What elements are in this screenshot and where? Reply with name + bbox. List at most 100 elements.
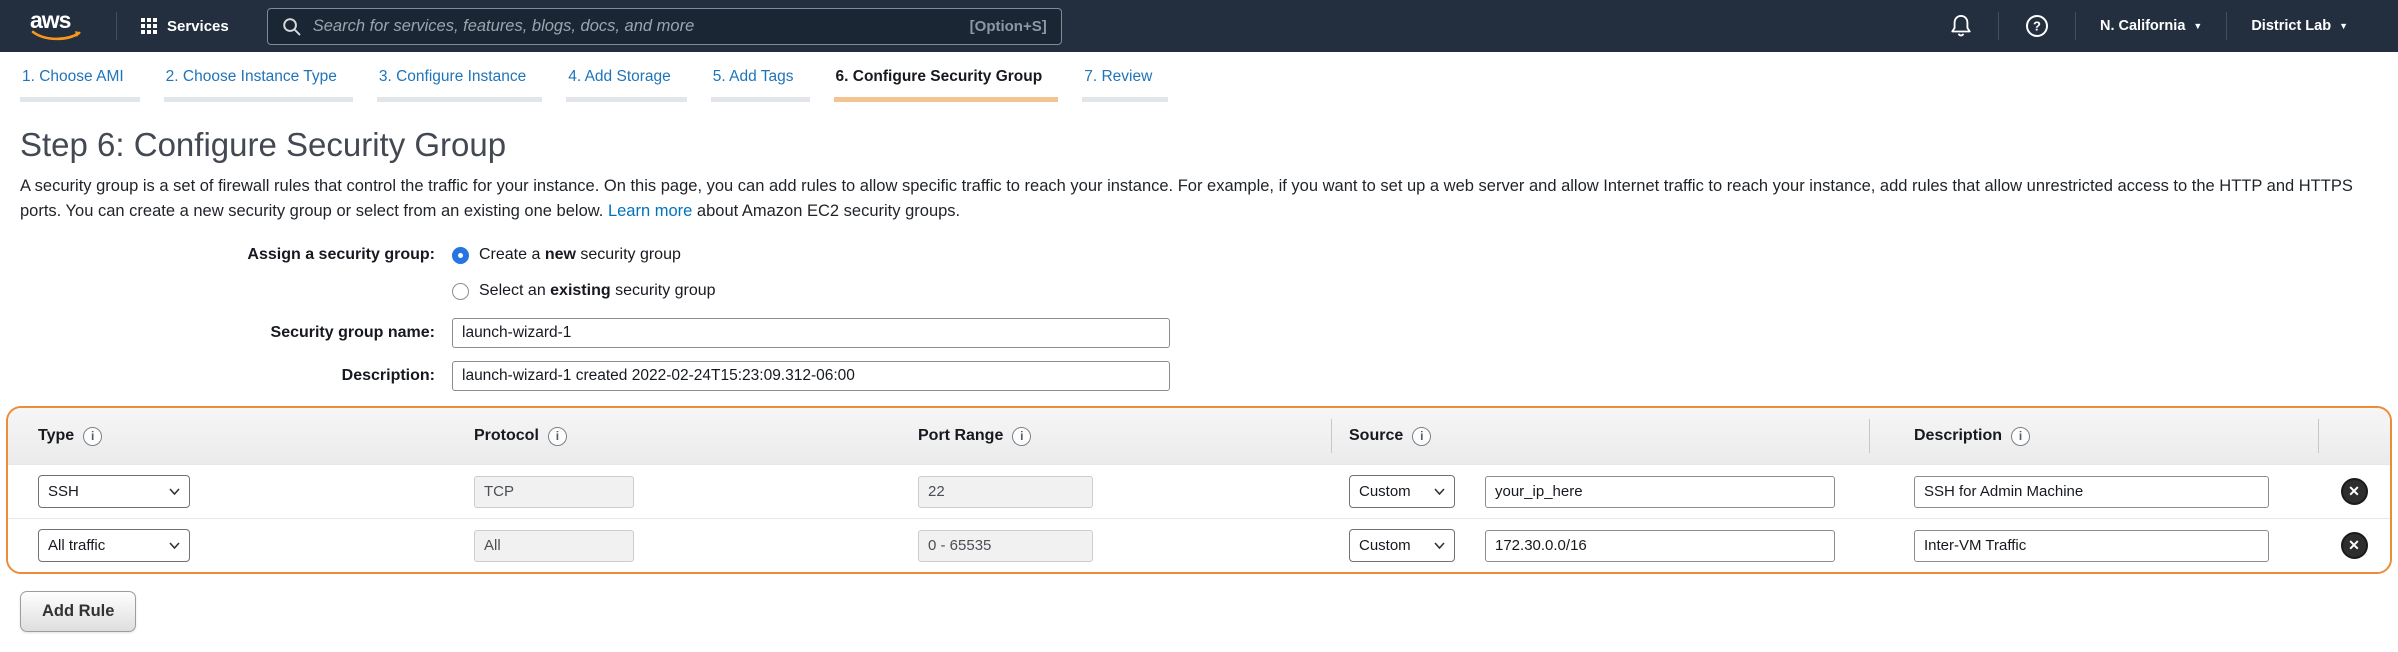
radio-label: Create a new security group [479,246,681,264]
security-group-form: Assign a security group: Create a new se… [0,246,2398,391]
tab-add-storage[interactable]: 4. Add Storage [566,68,687,102]
aws-smile-icon [31,30,83,42]
radio-select-existing-security-group[interactable]: Select an existing security group [452,282,716,300]
tab-configure-security-group[interactable]: 6. Configure Security Group [834,68,1059,102]
tab-configure-instance[interactable]: 3. Configure Instance [377,68,542,102]
radio-unselected-icon[interactable] [452,283,469,300]
services-grid-icon [141,18,157,34]
tab-choose-instance-type[interactable]: 2. Choose Instance Type [164,68,353,102]
type-cell: SSH [8,465,444,518]
chevron-down-icon [1434,542,1445,549]
delete-rule-button[interactable]: ✕ [2341,532,2368,559]
page-title: Step 6: Configure Security Group [20,126,2398,164]
learn-more-link[interactable]: Learn more [608,202,692,220]
info-icon[interactable]: i [2011,427,2030,446]
column-label: Protocol [474,427,539,445]
tab-review[interactable]: 7. Review [1082,68,1168,102]
security-group-name-label: Security group name: [0,324,452,342]
chevron-down-icon [169,488,180,495]
description-row: Description: [0,361,2398,391]
services-menu-button[interactable]: Services [117,18,253,35]
security-group-description-input[interactable] [452,361,1170,391]
page-description-tail: about Amazon EC2 security groups. [692,202,960,220]
column-label: Port Range [918,427,1003,445]
selected-value: Custom [1359,537,1411,554]
rule-description-input[interactable] [1914,530,2269,562]
delete-x-icon: ✕ [2348,483,2360,500]
column-header-actions [2318,408,2390,464]
port-range-cell [888,519,1331,572]
region-label: N. California [2100,18,2185,34]
column-header-description: Description i [1869,408,2318,464]
rules-table-header: Type i Protocol i Port Range i Source i … [8,408,2390,464]
aws-logo-text: aws [30,9,88,31]
column-header-port-range: Port Range i [888,408,1331,464]
search-input[interactable] [313,17,960,36]
notifications-button[interactable] [1924,14,1998,38]
top-navigation-bar: aws Services [Option+S] ? [0,0,2398,52]
add-rule-button[interactable]: Add Rule [20,591,136,632]
info-icon[interactable]: i [1412,427,1431,446]
port-range-readonly-input [918,530,1093,562]
source-value-input[interactable] [1485,476,1835,508]
column-label: Type [38,427,74,445]
rule-description-input[interactable] [1914,476,2269,508]
delete-x-icon: ✕ [2348,537,2360,554]
assign-security-group-label: Assign a security group: [0,246,452,264]
port-range-readonly-input [918,476,1093,508]
launch-wizard-steps: 1. Choose AMI 2. Choose Instance Type 3.… [0,52,2398,102]
info-icon[interactable]: i [1012,427,1031,446]
chevron-down-icon: ▼ [2339,21,2348,31]
page-description: A security group is a set of firewall ru… [20,174,2378,224]
security-rules-table: Type i Protocol i Port Range i Source i … [6,406,2392,574]
help-question-icon: ? [2025,14,2049,38]
search-icon [282,17,301,36]
account-menu[interactable]: District Lab ▼ [2227,18,2372,34]
type-cell: All traffic [8,519,444,572]
protocol-readonly-input [474,530,634,562]
table-row: All traffic Custom ✕ [8,518,2390,572]
column-header-type: Type i [8,408,444,464]
delete-rule-button[interactable]: ✕ [2341,478,2368,505]
source-mode-select[interactable]: Custom [1349,529,1455,562]
info-icon[interactable]: i [83,427,102,446]
type-select[interactable]: All traffic [38,529,190,562]
actions-cell: ✕ [2318,519,2390,572]
column-label: Source [1349,427,1403,445]
security-group-name-input[interactable] [452,318,1170,348]
column-divider [1869,419,1870,453]
source-value-input[interactable] [1485,530,1835,562]
protocol-cell [444,465,888,518]
help-button[interactable]: ? [1999,14,2075,38]
search-keyboard-shortcut: [Option+S] [970,18,1047,35]
account-label: District Lab [2251,18,2331,34]
tab-choose-ami[interactable]: 1. Choose AMI [20,68,140,102]
region-selector[interactable]: N. California ▼ [2076,18,2226,34]
actions-cell: ✕ [2318,465,2390,518]
page-description-text: A security group is a set of firewall ru… [20,177,2353,220]
select-existing-security-group-row: Select an existing security group [0,282,2398,300]
radio-create-new-security-group[interactable]: Create a new security group [452,246,681,264]
chevron-down-icon: ▼ [2193,21,2202,31]
rule-description-cell [1869,519,2318,572]
radio-selected-icon[interactable] [452,247,469,264]
column-divider [1331,419,1332,453]
info-icon[interactable]: i [548,427,567,446]
selected-value: All traffic [48,537,105,554]
services-label: Services [167,18,229,35]
source-mode-select[interactable]: Custom [1349,475,1455,508]
chevron-down-icon [169,542,180,549]
topbar-right-cluster: ? N. California ▼ District Lab ▼ [1924,12,2372,40]
global-search-box[interactable]: [Option+S] [267,8,1062,45]
type-select[interactable]: SSH [38,475,190,508]
column-header-protocol: Protocol i [444,408,888,464]
source-cell: Custom [1331,519,1869,572]
selected-value: SSH [48,483,79,500]
aws-logo[interactable]: aws [30,9,88,43]
column-divider [2318,419,2319,453]
table-row: SSH Custom ✕ [8,464,2390,518]
protocol-cell [444,519,888,572]
chevron-down-icon [1434,488,1445,495]
bell-icon [1950,14,1972,38]
tab-add-tags[interactable]: 5. Add Tags [711,68,810,102]
